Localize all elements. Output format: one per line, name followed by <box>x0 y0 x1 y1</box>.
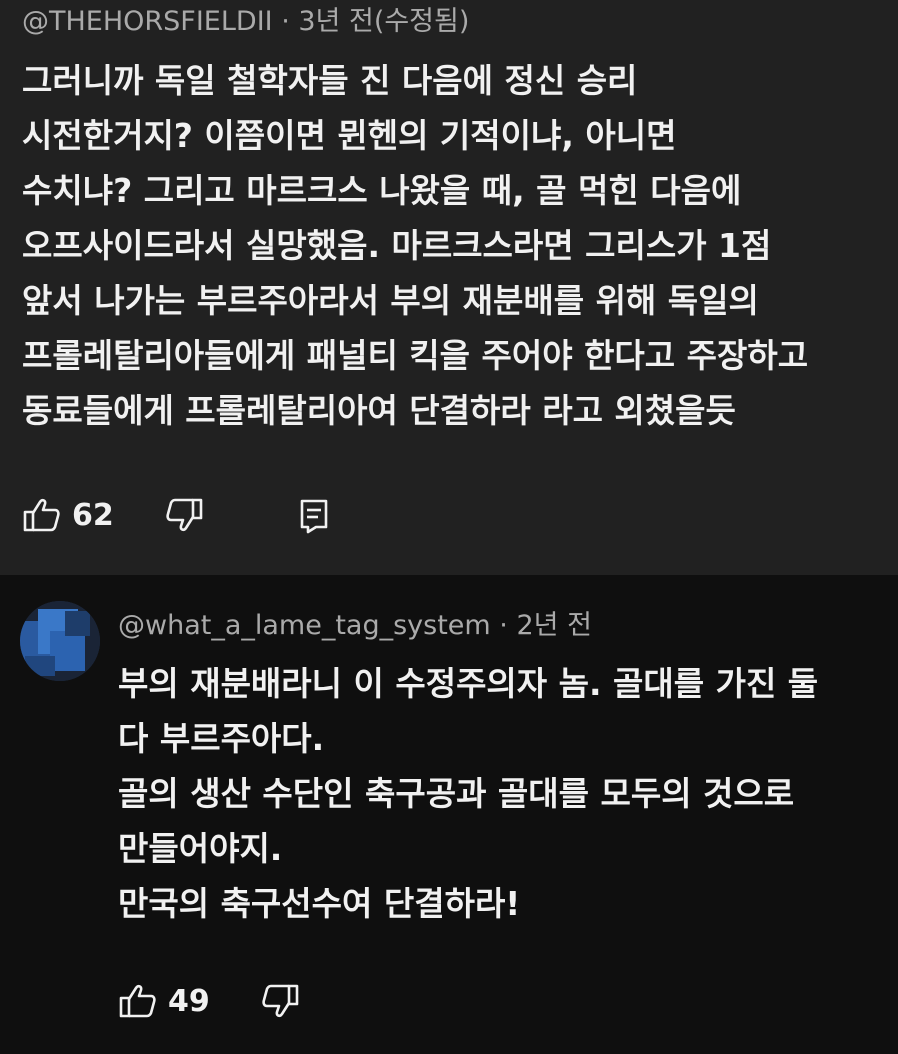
comment-card: @THEHORSFIELDII · 3년 전(수정됨) 그러니까 독일 철학자들… <box>0 0 898 575</box>
comment-timestamp[interactable]: · 2년 전 <box>491 610 592 641</box>
thumbs-up-icon[interactable] <box>118 981 158 1021</box>
comment-timestamp[interactable]: · 3년 전(수정됨) <box>273 6 469 37</box>
comment-line: 만들어야지. <box>118 829 283 868</box>
comment-line: 동료들에게 프롤레탈리아여 단결하라 라고 외쳤을듯 <box>22 391 736 430</box>
reply-body: 부의 재분배라니 이 수정주의자 놈. 골대를 가진 둘 다 부르주아다. 골의… <box>118 656 818 931</box>
comment-line: 수치냐? 그리고 마르크스 나왔을 때, 골 먹힌 다음에 <box>22 171 742 210</box>
author-name[interactable]: @what_a_lame_tag_system <box>118 610 491 641</box>
comment-author-line: @THEHORSFIELDII · 3년 전(수정됨) <box>22 2 469 42</box>
comment-line: 프롤레탈리아들에게 패널티 킥을 주어야 한다고 주장하고 <box>22 336 809 375</box>
thumbs-down-icon[interactable] <box>164 495 204 535</box>
avatar-image <box>20 601 100 681</box>
avatar[interactable] <box>20 601 100 681</box>
author-name[interactable]: @THEHORSFIELDII <box>22 6 273 37</box>
comment-body: 그러니까 독일 철학자들 진 다음에 정신 승리 시전한거지? 이쯤이면 뮌헨의… <box>22 53 808 438</box>
comment-line: 그러니까 독일 철학자들 진 다음에 정신 승리 <box>22 61 638 100</box>
thumbs-down-icon[interactable] <box>260 981 300 1021</box>
comment-line: 다 부르주아다. <box>118 719 325 758</box>
comment-line: 앞서 나가는 부르주아라서 부의 재분배를 위해 독일의 <box>22 281 759 320</box>
comment-line: 부의 재분배라니 이 수정주의자 놈. 골대를 가진 둘 <box>118 664 819 703</box>
thumbs-up-icon[interactable] <box>22 495 62 535</box>
like-count: 62 <box>72 497 114 533</box>
comment-line: 골의 생산 수단인 축구공과 골대를 모두의 것으로 <box>118 774 795 813</box>
comment-line: 만국의 축구선수여 단결하라! <box>118 884 521 923</box>
comment-line: 시전한거지? 이쯤이면 뮌헨의 기적이냐, 아니면 <box>22 116 677 155</box>
comment-actions: 62 <box>22 490 334 540</box>
reply-author-line: @what_a_lame_tag_system · 2년 전 <box>118 606 592 646</box>
reply-icon[interactable] <box>294 495 334 535</box>
comment-line: 오프사이드라서 실망했음. 마르크스라면 그리스가 1점 <box>22 226 772 265</box>
like-count: 49 <box>168 983 210 1019</box>
reply-actions: 49 <box>118 976 300 1026</box>
